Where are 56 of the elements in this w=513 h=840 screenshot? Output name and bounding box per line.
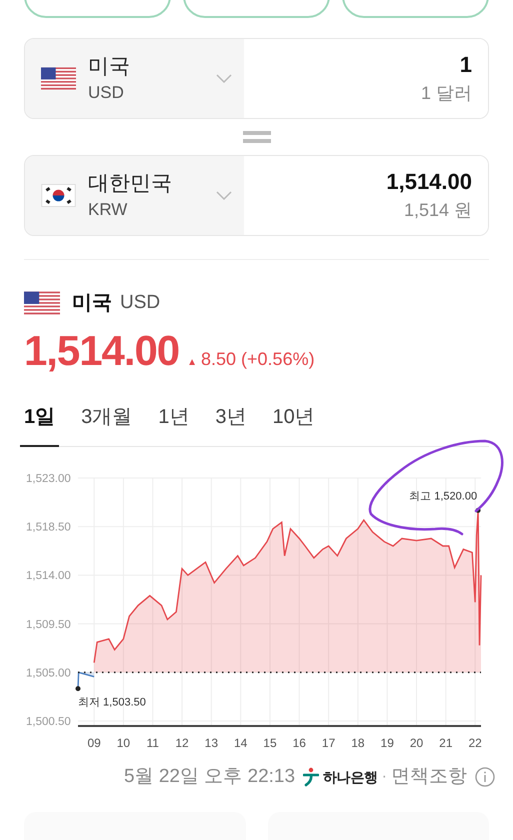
y-tick-label: 1,500.50: [26, 716, 71, 728]
country-name: 미국: [88, 54, 131, 80]
update-time: 5월 22일 오후 22:13: [124, 765, 296, 789]
period-tab[interactable]: 1일: [20, 402, 60, 447]
y-tick-label: 1,509.50: [26, 618, 71, 631]
amount-value: 1,514.00: [386, 168, 472, 196]
bank-logo-icon: [303, 767, 320, 788]
low-point: [76, 686, 80, 692]
currency-code: KRW: [88, 198, 128, 220]
x-tick-label: 21: [439, 736, 452, 750]
chevron-down-icon: [216, 74, 232, 83]
change-arrow-icon: ▲: [187, 355, 197, 370]
x-tick-label: 22: [468, 736, 482, 750]
country-name: 미국: [72, 291, 112, 316]
y-tick-label: 1,518.50: [26, 522, 71, 534]
disclaimer-link[interactable]: 면책조항: [391, 763, 467, 792]
x-tick-label: 15: [263, 736, 277, 750]
period-tab[interactable]: 1년: [158, 402, 190, 447]
flag-icon: [41, 67, 76, 90]
y-tick-label: 1,505.00: [26, 667, 71, 680]
currency-code: USD: [120, 290, 160, 315]
equals-icon: [242, 131, 270, 143]
y-tick-label: 1,514.00: [26, 570, 71, 582]
country-name: 대한민국: [88, 170, 173, 196]
amount-value: 1: [460, 50, 472, 78]
provider-name: 하나은행: [323, 768, 378, 787]
amount-in-words: 1,514 원: [404, 198, 472, 222]
x-tick-label: 12: [175, 736, 189, 750]
flag-icon: [24, 291, 60, 315]
x-tick-label: 14: [234, 736, 248, 750]
x-tick-label: 17: [322, 736, 336, 750]
low-label: 최저 1,503.50: [78, 696, 146, 709]
currency-select[interactable]: 미국 USD: [25, 39, 244, 118]
x-tick-label: 13: [204, 736, 218, 750]
exchange-rate: 1,514.00: [24, 326, 180, 376]
x-tick-label: 16: [292, 736, 306, 750]
high-label: 최고 1,520.00: [409, 490, 478, 502]
period-tab[interactable]: 3개월: [81, 402, 132, 447]
flag-icon: [41, 184, 76, 207]
x-tick-label: 10: [116, 736, 130, 750]
amount-in-words: 1 달러: [420, 82, 472, 104]
rate-change: 8.50 (+0.56%): [201, 348, 315, 371]
period-tab[interactable]: 10년: [272, 402, 315, 447]
x-tick-label: 11: [146, 736, 159, 750]
separator: ·: [382, 767, 387, 788]
x-tick-label: 09: [87, 736, 101, 750]
currency-select[interactable]: 대한민국 KRW: [25, 156, 244, 235]
y-tick-label: 1,523.00: [26, 473, 71, 485]
x-tick-label: 18: [351, 736, 365, 750]
chevron-down-icon: [216, 191, 232, 200]
period-tab[interactable]: 3년: [215, 402, 246, 447]
high-point: [476, 508, 481, 513]
currency-code: USD: [88, 82, 125, 104]
info-icon[interactable]: [475, 767, 495, 788]
x-tick-label: 19: [380, 736, 394, 750]
x-tick-label: 20: [410, 736, 424, 750]
